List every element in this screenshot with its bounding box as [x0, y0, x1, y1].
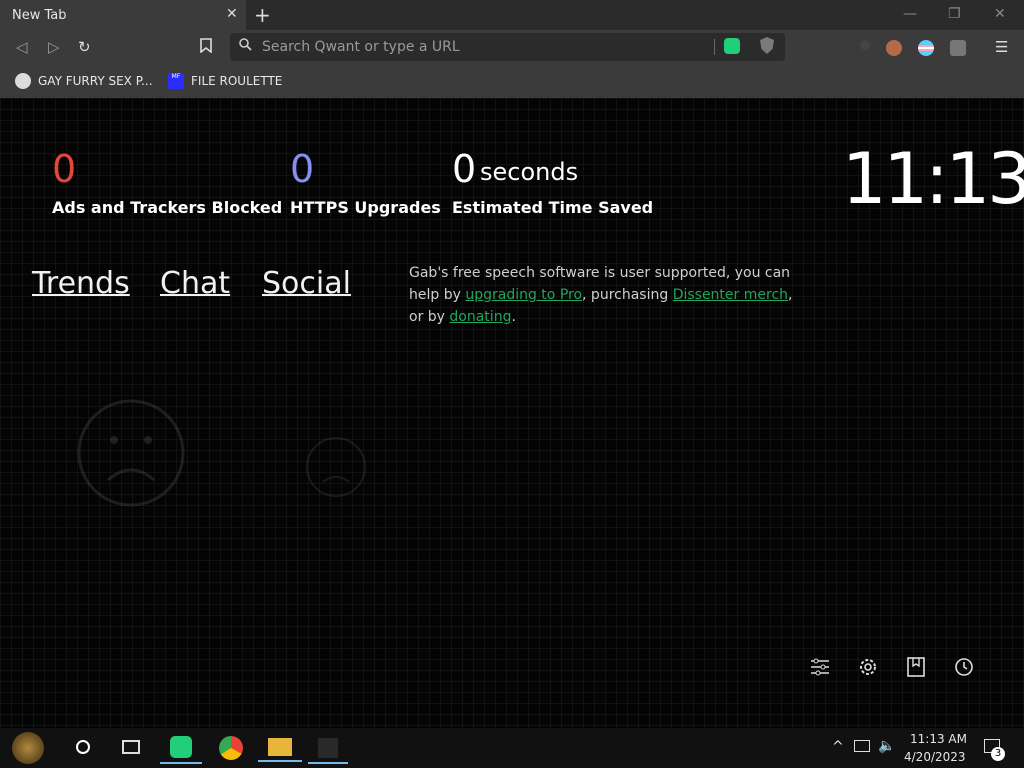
globe-icon	[15, 73, 31, 89]
chrome-icon[interactable]	[219, 736, 243, 760]
dissenter-icon[interactable]	[724, 38, 740, 54]
reload-icon[interactable]: ↻	[78, 38, 91, 56]
time-saved-label: Estimated Time Saved	[452, 198, 654, 217]
history-icon[interactable]	[953, 656, 975, 678]
profile-avatar-icon[interactable]	[886, 40, 902, 56]
https-upgrades-label: HTTPS Upgrades	[290, 198, 441, 217]
taskbar-time[interactable]: 11:13 AM	[910, 732, 967, 746]
extension-dot-icon[interactable]	[860, 40, 870, 50]
url-bar[interactable]	[230, 33, 785, 61]
sad-face-icon	[77, 399, 185, 507]
tab-close-icon[interactable]: ✕	[226, 6, 238, 22]
mf-icon: MF	[168, 73, 184, 89]
bookmark-item[interactable]: GAY FURRY SEX P...	[15, 73, 153, 89]
bookmark-icon[interactable]	[200, 38, 212, 57]
forward-icon[interactable]: ▷	[48, 38, 60, 56]
window-close-icon[interactable]: ✕	[994, 6, 1006, 22]
https-upgrades-count: 0	[290, 147, 315, 191]
ads-blocked-count: 0	[52, 147, 77, 191]
task-view-icon[interactable]	[122, 740, 140, 754]
upgrade-pro-link[interactable]: upgrading to Pro	[465, 287, 582, 303]
start-button[interactable]	[12, 732, 44, 764]
search-icon	[239, 38, 252, 55]
message-text: , purchasing	[582, 287, 673, 303]
time-saved-unit: seconds	[480, 158, 579, 186]
donating-link[interactable]: donating	[449, 309, 511, 325]
flag-extension-icon[interactable]	[918, 40, 934, 56]
tray-chevron-icon[interactable]: ^	[832, 739, 844, 755]
tab-title: New Tab	[12, 8, 67, 23]
bookmark-item[interactable]: MF FILE ROULETTE	[168, 73, 282, 89]
network-icon[interactable]	[854, 740, 870, 752]
time-saved-value: 0	[452, 147, 477, 191]
bookmarks-bar: GAY FURRY SEX P... MF FILE ROULETTE	[0, 66, 1024, 98]
bookmark-label: FILE ROULETTE	[191, 74, 283, 88]
back-icon[interactable]: ◁	[16, 38, 28, 56]
nav-bar: ◁ ▷ ↻ ☰	[0, 30, 1024, 66]
customize-icon[interactable]	[809, 656, 831, 678]
notification-count: 3	[991, 747, 1005, 761]
taskbar: ^ 🔈 11:13 AM 4/20/2023 3	[0, 728, 1024, 768]
settings-gear-icon[interactable]	[857, 656, 879, 678]
taskbar-date[interactable]: 4/20/2023	[904, 750, 966, 764]
tab-strip: New Tab ✕ + — ❐ ✕	[0, 0, 1024, 30]
screen: New Tab ✕ + — ❐ ✕ ◁ ▷ ↻ ☰	[0, 0, 1024, 768]
support-message: Gab's free speech software is user suppo…	[409, 262, 809, 328]
bookmark-label: GAY FURRY SEX P...	[38, 74, 153, 88]
sad-face-small-icon	[306, 437, 366, 497]
dissenter-taskbar-icon[interactable]	[160, 736, 202, 764]
file-explorer-icon[interactable]	[258, 738, 302, 762]
search-circle-icon[interactable]	[76, 740, 90, 754]
shield-icon[interactable]	[760, 37, 774, 54]
bookmarks-icon[interactable]	[905, 656, 927, 678]
minimize-icon[interactable]: —	[903, 6, 917, 22]
trends-link[interactable]: Trends	[32, 266, 130, 301]
pinned-app-icon[interactable]	[308, 738, 348, 764]
new-tab-icon[interactable]: +	[254, 3, 271, 27]
url-separator	[714, 39, 715, 55]
chat-link[interactable]: Chat	[160, 266, 230, 301]
url-input[interactable]	[262, 37, 722, 57]
volume-muted-icon[interactable]: 🔈	[878, 738, 895, 754]
maximize-icon[interactable]: ❐	[948, 6, 961, 22]
menu-icon[interactable]: ☰	[995, 38, 1008, 56]
clock: 11:13	[842, 138, 1024, 220]
tab-new-tab[interactable]: New Tab ✕	[0, 0, 246, 30]
dissenter-merch-link[interactable]: Dissenter merch	[673, 287, 788, 303]
ads-blocked-label: Ads and Trackers Blocked	[52, 198, 283, 217]
ublock-icon[interactable]	[950, 40, 966, 56]
social-link[interactable]: Social	[262, 266, 351, 301]
message-text: .	[511, 309, 516, 325]
